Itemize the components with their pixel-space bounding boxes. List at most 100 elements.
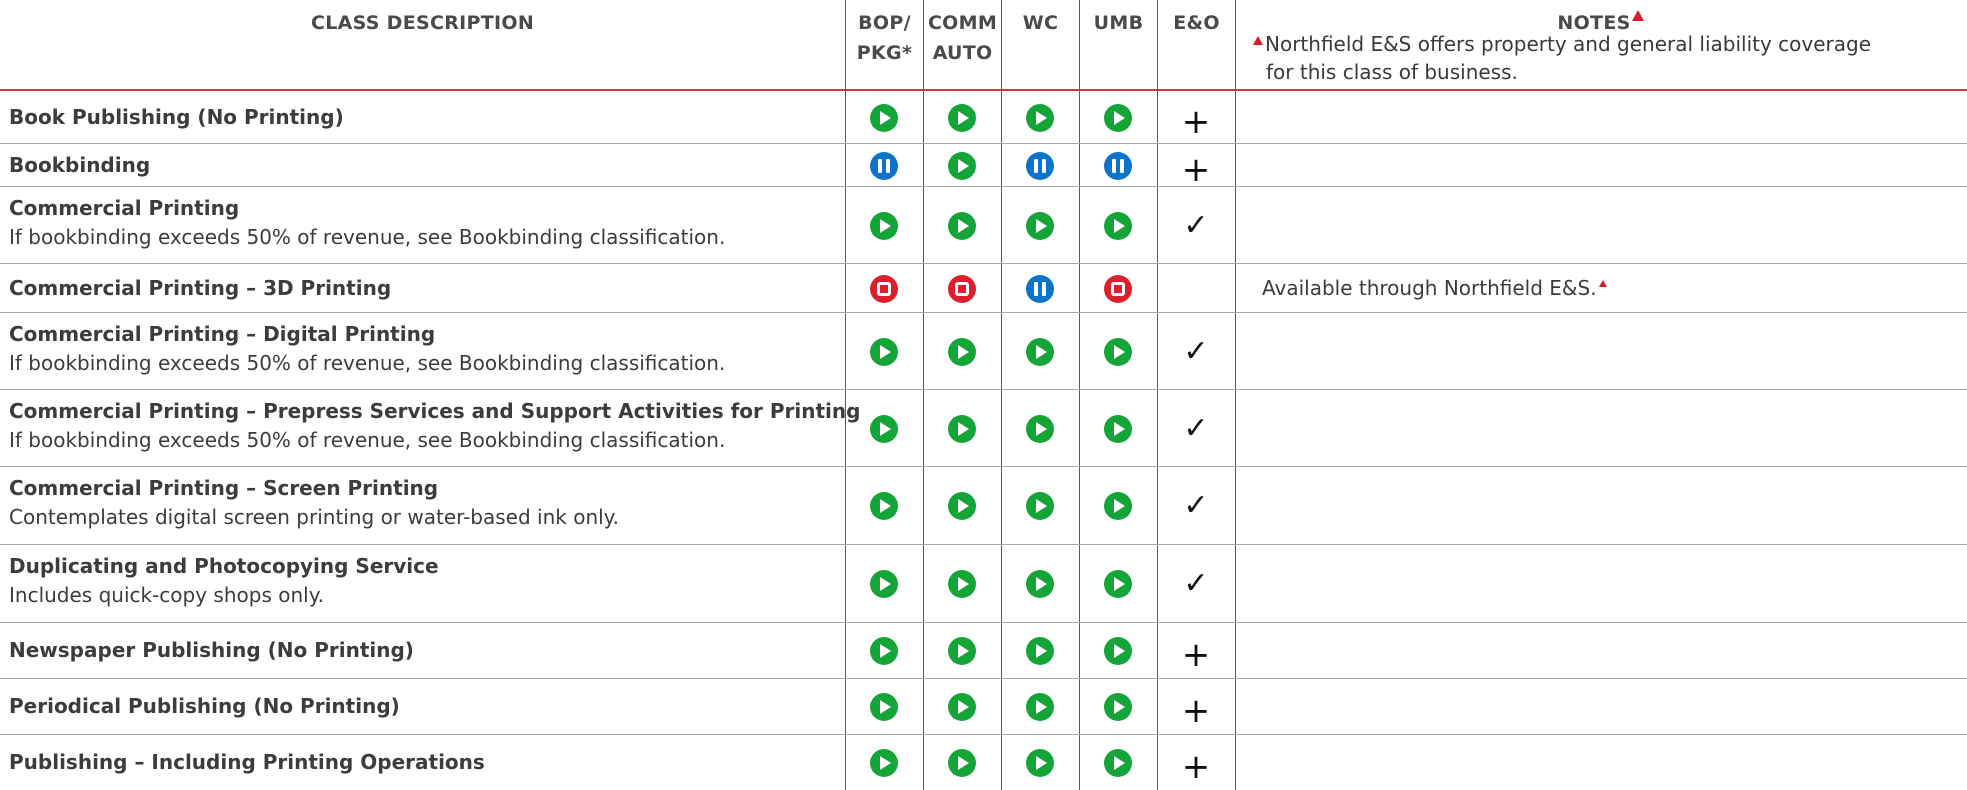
table-row: Bookbinding + [0, 144, 1967, 187]
header-bop-line1: BOP/ [858, 12, 911, 34]
green-play-icon [948, 492, 976, 520]
umb-status [1104, 338, 1132, 366]
header-bop-pkg: BOP/ PKG* [846, 8, 923, 68]
green-play-icon [948, 212, 976, 240]
comm-status [948, 749, 976, 777]
blue-pause-icon [870, 152, 898, 180]
green-play-icon [948, 415, 976, 443]
comm-status [948, 492, 976, 520]
wc-status [1026, 338, 1054, 366]
umb-status [1104, 212, 1132, 240]
eo-plus-mark: + [1181, 635, 1211, 675]
class-title: Newspaper Publishing (No Printing) [9, 638, 414, 662]
table-row: Duplicating and Photocopying Service Incl… [0, 545, 1967, 623]
umb-status [1104, 693, 1132, 721]
blue-pause-icon [1104, 152, 1132, 180]
green-play-icon [1104, 570, 1132, 598]
comm-status [948, 338, 976, 366]
class-title: Commercial Printing – 3D Printing [9, 276, 392, 300]
header-wc: WC [1022, 12, 1059, 34]
class-title: Commercial Printing – Prepress Services … [9, 399, 861, 423]
header-class-description: CLASS DESCRIPTION [310, 12, 535, 34]
table-row: Periodical Publishing (No Printing) + [0, 679, 1967, 735]
green-play-icon [1104, 212, 1132, 240]
green-play-icon [1104, 104, 1132, 132]
class-title: Commercial Printing [9, 196, 240, 220]
comm-status [948, 693, 976, 721]
red-stop-icon [948, 275, 976, 303]
green-play-icon [1104, 492, 1132, 520]
umb-status [1104, 275, 1132, 303]
bop-status [870, 338, 898, 366]
table-row: Commercial Printing – Screen Printing Con… [0, 467, 1967, 545]
table-row: Publishing – Including Printing Operatio… [0, 735, 1967, 790]
bop-status [870, 492, 898, 520]
class-subtitle: If bookbinding exceeds 50% of revenue, s… [9, 225, 726, 249]
class-title: Commercial Printing – Screen Printing [9, 476, 439, 500]
bop-status [870, 152, 898, 180]
wc-status [1026, 212, 1054, 240]
comm-status [948, 152, 976, 180]
green-play-icon [870, 212, 898, 240]
green-play-icon [870, 492, 898, 520]
class-title: Publishing – Including Printing Operatio… [9, 750, 485, 774]
red-caret-icon [1631, 10, 1644, 21]
comm-status [948, 637, 976, 665]
class-title: Duplicating and Photocopying Service [9, 554, 439, 578]
header-note-line2: for this class of business. [1266, 60, 1518, 84]
green-play-icon [1026, 492, 1054, 520]
green-play-icon [948, 749, 976, 777]
comm-status [948, 212, 976, 240]
bop-status [870, 275, 898, 303]
bop-status [870, 212, 898, 240]
wc-status [1026, 104, 1054, 132]
table-row: Commercial Printing – 3D Printing Availab… [0, 264, 1967, 313]
class-subtitle: If bookbinding exceeds 50% of revenue, s… [9, 351, 726, 375]
red-caret-icon [1253, 36, 1263, 45]
header-comm-line1: COMM [927, 12, 998, 34]
green-play-icon [1026, 415, 1054, 443]
green-play-icon [1104, 338, 1132, 366]
umb-status [1104, 415, 1132, 443]
green-play-icon [948, 104, 976, 132]
green-play-icon [1026, 749, 1054, 777]
green-play-icon [870, 338, 898, 366]
green-play-icon [870, 570, 898, 598]
header-umb: UMB [1093, 12, 1144, 34]
wc-status [1026, 492, 1054, 520]
green-play-icon [1026, 338, 1054, 366]
green-play-icon [1026, 637, 1054, 665]
class-subtitle: Includes quick-copy shops only. [9, 583, 325, 607]
header-note-line1: Northfield E&S offers property and gener… [1253, 30, 1871, 58]
umb-status [1104, 637, 1132, 665]
eo-check-mark: ✓ [1183, 488, 1209, 523]
table-row: Commercial Printing If bookbinding exceed… [0, 187, 1967, 264]
table-row: Commercial Printing – Digital Printing If… [0, 313, 1967, 390]
blue-pause-icon [1026, 275, 1054, 303]
green-play-icon [1104, 637, 1132, 665]
eo-check-mark: ✓ [1183, 208, 1209, 243]
eo-check-mark: ✓ [1183, 334, 1209, 369]
wc-status [1026, 415, 1054, 443]
green-play-icon [1104, 415, 1132, 443]
comm-status [948, 570, 976, 598]
wc-status [1026, 152, 1054, 180]
class-title: Book Publishing (No Printing) [9, 105, 344, 129]
eo-plus-mark: + [1181, 747, 1211, 787]
umb-status [1104, 492, 1132, 520]
table-header: CLASS DESCRIPTION BOP/ PKG* COMM AUTO WC… [0, 0, 1967, 91]
eo-check-mark: ✓ [1183, 411, 1209, 446]
wc-status [1026, 637, 1054, 665]
bop-status [870, 415, 898, 443]
header-eo: E&O [1173, 12, 1220, 34]
green-play-icon [948, 570, 976, 598]
green-play-icon [1026, 104, 1054, 132]
class-subtitle: Contemplates digital screen printing or … [9, 505, 620, 529]
wc-status [1026, 570, 1054, 598]
green-play-icon [1104, 693, 1132, 721]
green-play-icon [870, 693, 898, 721]
header-note-line1-text: Northfield E&S offers property and gener… [1265, 32, 1872, 56]
umb-status [1104, 570, 1132, 598]
green-play-icon [870, 415, 898, 443]
comm-status [948, 415, 976, 443]
